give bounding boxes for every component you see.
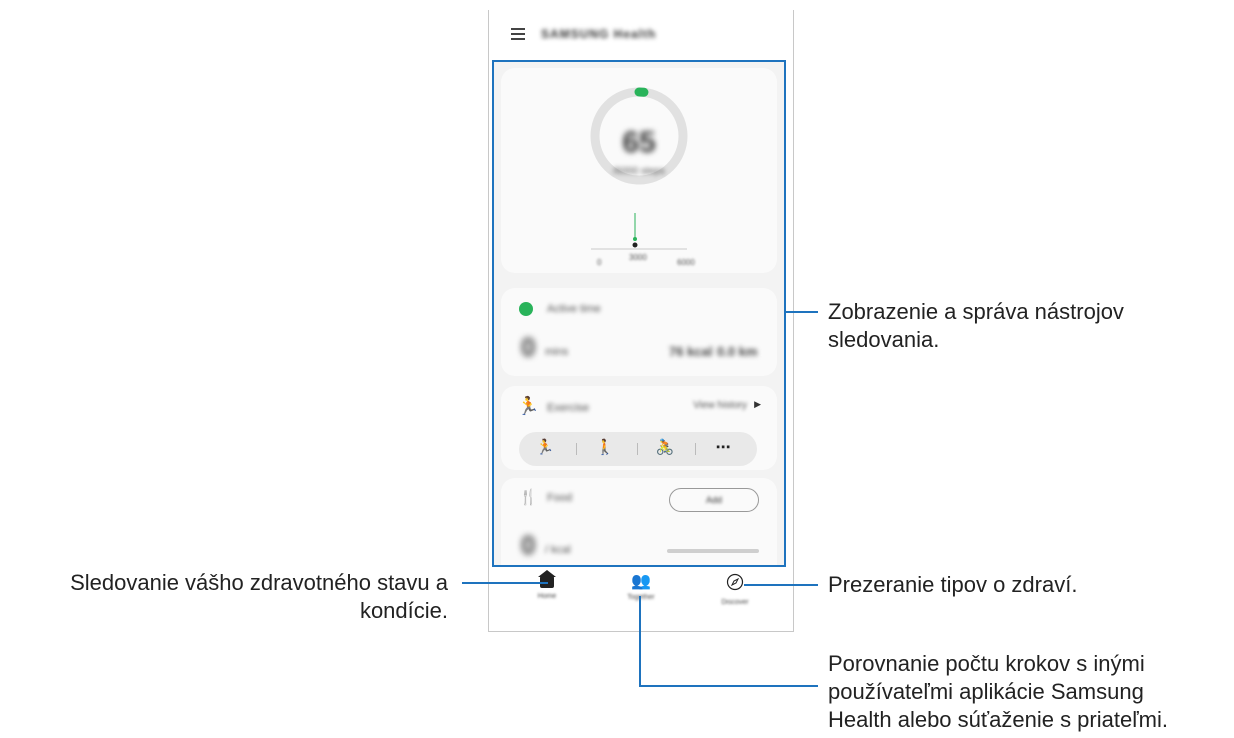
active-time-title: Active time [547,303,601,315]
divider [576,443,577,455]
divider [637,443,638,455]
active-time-unit: mins [545,346,569,358]
callout-line-together-h [639,685,818,687]
callout-line-home [462,582,548,584]
nav-discover[interactable]: Discover [695,570,775,620]
nav-together-label: Together [627,594,655,601]
hamburger-icon[interactable] [511,28,525,40]
active-time-card[interactable]: Active time 0 mins 76 kcal 0.0 km [501,288,777,376]
steps-label: /6000 steps [613,166,665,177]
annotation-together: Porovnanie počtu krokov s inými používat… [828,651,1168,732]
nav-home-label: Home [537,593,557,600]
chart-tick-2: 6000 [677,258,695,267]
nav-discover-label: Discover [721,599,749,606]
callout-line-together-v [639,596,641,686]
annotation-home: Sledovanie vášho zdravotného stavu a kon… [70,570,448,623]
fork-knife-icon: 🍴 [519,489,538,506]
food-card[interactable]: 🍴 Food Add 0 / kcal [501,478,777,565]
activity-bar: 🏃 🚶 🚴 ⋯ [519,432,757,466]
run-icon: 🏃 [517,396,540,416]
app-title: SAMSUNG Health [541,27,657,41]
exercise-title: Exercise [547,402,590,414]
bottom-nav: Home 👥 Together Discover [489,570,793,628]
food-title: Food [547,492,573,504]
active-time-value: 0 [521,332,536,362]
nav-home[interactable]: Home [507,570,587,620]
food-unit: / kcal [545,544,571,556]
food-add-label: Add [705,495,722,505]
food-value: 0 [521,530,536,560]
nav-together[interactable]: 👥 Together [601,570,681,620]
steps-value: 65 [622,126,656,159]
people-icon: 👥 [631,573,651,590]
steps-card[interactable]: 65 /6000 steps 0 3000 6000 [501,68,777,273]
callout-line-trackers [786,311,818,313]
chart-tick-1: 3000 [629,253,647,262]
cycle-icon[interactable]: 🚴 [651,438,679,460]
walk-icon[interactable]: 🚶 [591,438,619,460]
phone-screen: SAMSUNG Health 65 /6000 steps 0 3000 600… [488,10,794,632]
run-icon[interactable]: 🏃 [531,438,559,460]
exercise-history-link[interactable]: View history [693,400,747,411]
chart-tick-0: 0 [597,258,602,267]
divider [695,443,696,455]
active-calories: 76 kcal [669,344,713,359]
active-distance: 0.0 km [717,344,758,359]
food-progress-bar [667,549,759,553]
annotation-discover: Prezeranie tipov o zdraví. [828,572,1078,597]
food-add-button[interactable]: Add [669,488,759,512]
trackers-area: 65 /6000 steps 0 3000 6000 Active time 0… [493,60,785,565]
play-arrow-icon: ▶ [754,399,761,409]
exercise-card[interactable]: 🏃 Exercise View history ▶ 🏃 🚶 🚴 ⋯ [501,386,777,470]
more-icon[interactable]: ⋯ [709,438,737,460]
annotation-trackers: Zobrazenie a správa nástrojov sledovania… [828,299,1124,352]
callout-line-discover [744,584,818,586]
clock-icon [519,302,533,316]
